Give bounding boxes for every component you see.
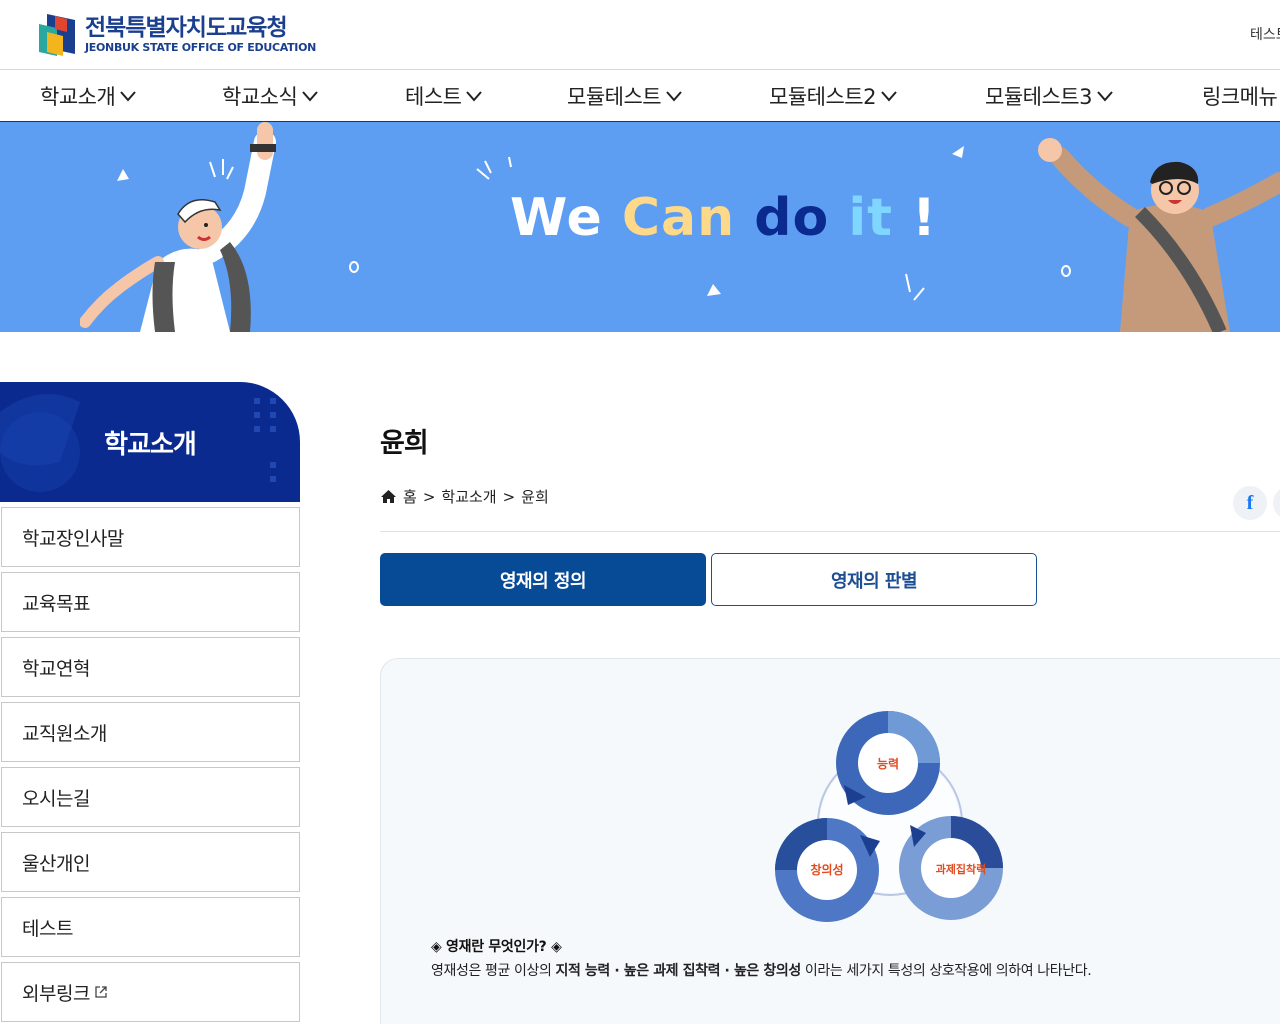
chevron-down-icon (466, 91, 483, 102)
breadcrumb-level2: 윤희 (521, 488, 549, 506)
desc-task-commitment: 높은 과제 집착력 (623, 963, 721, 979)
three-ring-diagram: 능력 창의성 과제집착력 (775, 711, 1003, 922)
diagram-label-task-commitment: 과제집착력 (936, 862, 987, 876)
slogan-do: do (754, 188, 830, 248)
gnb-item-label: 테스트 (405, 85, 462, 109)
gnb-item-school-news[interactable]: 학교소식 (222, 81, 319, 111)
breadcrumb-separator: > (422, 487, 436, 506)
diagram-label-creativity: 창의성 (810, 862, 843, 877)
util-link[interactable]: 테스트 (1250, 24, 1280, 44)
chevron-down-icon (1097, 91, 1113, 102)
diagram-label-ability: 능력 (877, 757, 899, 771)
gnb-item-label: 링크메뉴 (1202, 85, 1278, 109)
chevron-down-icon (881, 91, 897, 102)
desc-dot: · (609, 963, 624, 979)
main-navigation: 학교소개 학교소식 테스트 모듈테스트 모듈테스트2 모듈테스트3 링크메뉴 (0, 70, 1280, 122)
home-icon[interactable] (380, 489, 397, 504)
facebook-share-icon[interactable]: f (1233, 486, 1267, 520)
sidebar-item-label: 교육목표 (22, 592, 90, 615)
gnb-item-label: 모듈테스트3 (985, 85, 1092, 109)
site-header: 전북특별자치도교육청 JEONBUK STATE OFFICE OF EDUCA… (0, 0, 1280, 70)
sparkle-decoration-icon (209, 159, 234, 180)
sidebar-item-label: 테스트 (22, 917, 73, 940)
desc-intellect: 지적 능력 (555, 963, 610, 979)
gnb-item-module-test-2[interactable]: 모듈테스트2 (769, 81, 898, 111)
sidebar-item-ulsan-personal[interactable]: 울산개인 (1, 832, 300, 892)
sidebar-item-staff[interactable]: 교직원소개 (1, 702, 300, 762)
slogan-can: Can (621, 188, 736, 248)
sidebar-item-school-history[interactable]: 학교연혁 (1, 637, 300, 697)
share-icon[interactable] (1273, 486, 1280, 520)
breadcrumb: 홈 > 학교소개 > 윤희 (380, 486, 549, 507)
sidebar-item-label: 외부링크 (22, 982, 90, 1005)
triangle-decoration-icon (117, 169, 129, 181)
gnb-item-label: 학교소식 (222, 85, 298, 109)
sidebar-title: 학교소개 (104, 430, 197, 460)
gnb-item-label: 학교소개 (40, 85, 116, 109)
chevron-down-icon (302, 91, 319, 102)
slogan-it: it (848, 188, 894, 248)
logo-title-en: JEONBUK STATE OFFICE OF EDUCATION (85, 41, 317, 54)
sidebar-item-label: 교직원소개 (22, 722, 107, 745)
slogan-bang: ! (912, 188, 937, 248)
breadcrumb-level1[interactable]: 학교소개 (441, 486, 496, 507)
gnb-item-label: 모듈테스트 (567, 85, 662, 109)
section-question: ◈ 영재란 무엇인가? ◈ (431, 939, 562, 955)
gnb-item-label: 모듈테스트2 (769, 85, 876, 109)
logo-emblem-icon (37, 12, 77, 58)
sidebar-item-education-goals[interactable]: 교육목표 (1, 572, 300, 632)
sidebar-item-label: 학교장인사말 (22, 527, 124, 550)
circle-decoration-icon (349, 261, 359, 273)
section-description: 영재성은 평균 이상의 지적 능력 · 높은 과제 집착력 · 높은 창의성 이… (431, 960, 1092, 980)
sidebar-item-label: 울산개인 (22, 852, 90, 875)
sparkle-decoration-icon (476, 157, 512, 180)
page-title: 윤희 (380, 428, 429, 459)
divider (380, 531, 1280, 532)
site-logo[interactable]: 전북특별자치도교육청 JEONBUK STATE OFFICE OF EDUCA… (37, 12, 316, 58)
desc-dot: · (720, 963, 734, 979)
gnb-item-link-menu[interactable]: 링크메뉴 (1202, 81, 1278, 111)
sidebar-header: 학교소개 (0, 382, 300, 502)
breadcrumb-home[interactable]: 홈 (403, 486, 417, 507)
gnb-item-test[interactable]: 테스트 (405, 81, 483, 111)
triangle-decoration-icon (707, 284, 721, 296)
sidebar-item-external-link[interactable]: 외부링크 (1, 962, 300, 1022)
hero-banner: We Can do it ! 퀵 메 뉴 (0, 122, 1280, 332)
sidebar-item-directions[interactable]: 오시는길 (1, 767, 300, 827)
breadcrumb-separator: > (502, 487, 516, 506)
desc-post: 이라는 세가지 특성의 상호작용에 의하여 나타난다. (800, 963, 1092, 979)
logo-title-ko: 전북특별자치도교육청 (85, 15, 288, 41)
gnb-item-school-intro[interactable]: 학교소개 (40, 81, 137, 111)
gnb-item-module-test-3[interactable]: 모듈테스트3 (985, 81, 1114, 111)
desc-creativity: 높은 창의성 (733, 963, 801, 979)
sidebar-item-label: 오시는길 (22, 787, 90, 810)
external-link-icon (95, 986, 107, 998)
chevron-down-icon (666, 91, 682, 102)
tab-gifted-definition[interactable]: 영재의 정의 (380, 553, 706, 606)
sidebar-item-label: 학교연혁 (22, 657, 90, 680)
student-left-illustration (80, 122, 276, 332)
sparkle-decoration-icon (905, 273, 925, 301)
banner-slogan: We Can do it ! (510, 188, 937, 248)
triangle-decoration-icon (952, 146, 964, 158)
sidebar-item-test[interactable]: 테스트 (1, 897, 300, 957)
tab-gifted-identification[interactable]: 영재의 판별 (711, 553, 1037, 606)
chevron-down-icon (120, 91, 137, 102)
student-right-illustration (1038, 138, 1280, 332)
slogan-we: We (510, 188, 603, 248)
gnb-item-module-test[interactable]: 모듈테스트 (567, 81, 683, 111)
sidebar-item-principal-greeting[interactable]: 학교장인사말 (1, 507, 300, 567)
desc-pre: 영재성은 평균 이상의 (431, 963, 556, 979)
